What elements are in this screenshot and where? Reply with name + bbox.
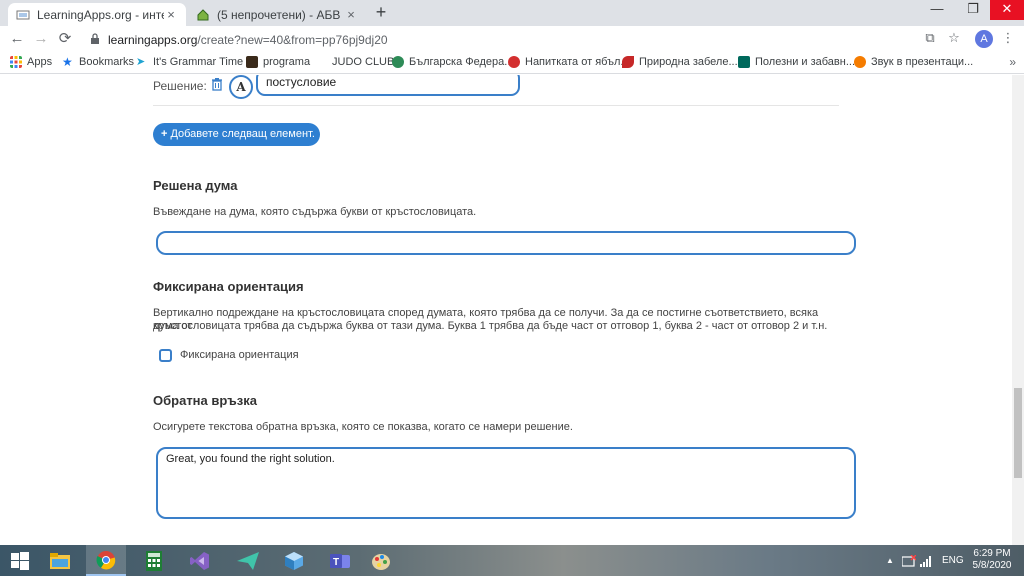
bookmark-sound-presentation[interactable]: Звук в презентаци... <box>854 56 973 68</box>
bookmark-label: Bookmarks <box>79 56 135 68</box>
star-icon: ★ <box>62 55 73 69</box>
bookmark-star-icon[interactable]: ☆ <box>946 30 962 46</box>
back-arrow-icon[interactable]: ← <box>8 30 26 48</box>
fixed-orientation-checkbox-label: Фиксирана ориентация <box>180 349 299 361</box>
clock-time: 6:29 PM <box>973 548 1011 559</box>
new-tab-button[interactable]: + <box>372 3 390 22</box>
bookmark-apple-drink[interactable]: Напитката от ябъл... <box>508 56 630 68</box>
apple-icon <box>508 56 520 68</box>
address-bar[interactable]: learningapps.org/create?new=40&from=pp76… <box>78 28 1008 50</box>
u-logo-icon <box>854 56 866 68</box>
paper-plane-icon: ➤ <box>136 56 146 68</box>
divider <box>153 105 839 106</box>
bookmark-label: Apps <box>27 56 53 68</box>
solved-word-heading: Решена дума <box>153 178 238 193</box>
j-logo-icon <box>738 56 750 68</box>
add-button-label: Добавете следващ елемент. <box>170 128 315 140</box>
font-style-button[interactable]: A <box>229 75 253 99</box>
learningapps-favicon-icon <box>16 10 30 19</box>
bookmark-label: programa <box>263 56 311 68</box>
fixed-orientation-heading: Фиксирана ориентация <box>153 279 304 294</box>
tab-learningapps[interactable]: LearningApps.org - интерактив × <box>8 3 186 26</box>
bookmark-bg-federation[interactable]: Българска Федера... <box>392 56 513 68</box>
apps-grid-icon <box>10 56 22 68</box>
solution-input[interactable]: постусловие <box>256 75 520 96</box>
trash-icon[interactable] <box>210 77 224 91</box>
file-explorer-icon[interactable] <box>40 545 80 576</box>
url-host: learningapps.org <box>108 33 198 47</box>
chrome-icon[interactable] <box>86 545 126 576</box>
fixed-orientation-checkbox[interactable] <box>159 349 172 362</box>
lock-icon <box>91 33 99 44</box>
fixed-orientation-description-line2: кръстословицата трябва да съдържа буква … <box>153 320 828 332</box>
close-window-button[interactable]: ✕ <box>990 0 1024 20</box>
bookmark-label: JUDO CLUB <box>332 56 395 68</box>
calculator-icon[interactable] <box>134 545 174 576</box>
teams-icon[interactable]: T <box>320 545 360 576</box>
solution-label: Решение: <box>153 79 207 93</box>
teams-arrow-icon[interactable] <box>228 545 268 576</box>
bookmark-label: Напитката от ябъл... <box>525 56 630 68</box>
bookmark-label: Звук в презентаци... <box>871 56 974 68</box>
signal-icon[interactable] <box>920 555 932 567</box>
clock-date: 5/8/2020 <box>972 560 1012 571</box>
visual-studio-icon[interactable] <box>180 545 220 576</box>
tab-title: LearningApps.org - интерактив <box>37 7 164 22</box>
bookmark-label: Природна забеле... <box>639 56 738 68</box>
tab-close-icon[interactable]: × <box>344 7 358 22</box>
tray-overflow-icon[interactable]: ▲ <box>886 545 894 576</box>
reload-icon[interactable]: ⟳ <box>56 30 74 48</box>
abv-favicon-icon <box>197 8 209 20</box>
tab-close-icon[interactable]: × <box>164 7 178 22</box>
feedback-description: Осигурете текстова обратна връзка, която… <box>153 421 573 433</box>
system-clock[interactable]: 6:29 PM 5/8/2020 <box>972 548 1012 572</box>
bookmark-judo-club[interactable]: JUDO CLUB <box>315 56 394 68</box>
forward-arrow-icon[interactable]: → <box>32 30 50 48</box>
feedback-textarea[interactable]: Great, you found the right solution. <box>156 447 856 519</box>
crest-icon <box>392 56 404 68</box>
bookmark-label: It's Grammar Time 1 <box>153 56 253 68</box>
network-icon[interactable] <box>902 555 916 567</box>
3d-box-icon[interactable] <box>274 545 314 576</box>
bookmark-useful-fun[interactable]: Полезни и забавн... <box>738 56 855 68</box>
url-text: learningapps.org/create?new=40&from=pp76… <box>108 33 388 47</box>
tab-strip: LearningApps.org - интерактив × (5 непро… <box>0 0 1024 26</box>
tab-abv-mail[interactable]: (5 непрочетени) - АБВ поща × <box>188 3 366 26</box>
page-content: Решение: A постусловие + Добавете следващ… <box>0 75 1012 545</box>
url-path: /create?new=40&from=pp76pj9dj20 <box>197 33 388 47</box>
blank-icon <box>315 56 327 68</box>
tv-icon <box>246 56 258 68</box>
page-scrollbar[interactable] <box>1012 75 1024 545</box>
solved-word-description: Въвеждане на дума, която съдържа букви о… <box>153 206 477 218</box>
bookmark-grammar-time[interactable]: ➤ It's Grammar Time 1 <box>136 56 252 68</box>
bookmark-programa[interactable]: programa <box>246 56 310 68</box>
leaf-icon <box>622 56 634 68</box>
bookmark-nature-notes[interactable]: Природна забеле... <box>622 56 738 68</box>
menu-kebab-icon[interactable]: ⋮ <box>1000 30 1016 46</box>
translate-icon[interactable]: ⧉ <box>922 30 938 46</box>
svg-text:T: T <box>333 557 339 568</box>
bookmark-apps[interactable]: Apps <box>10 56 52 68</box>
tab-title: (5 непрочетени) - АБВ поща <box>217 7 344 22</box>
add-next-element-button[interactable]: + Добавете следващ елемент. <box>153 123 320 146</box>
bookmarks-overflow-icon[interactable]: » <box>1009 55 1016 69</box>
language-indicator[interactable]: ENG <box>942 545 964 576</box>
minimize-button[interactable]: — <box>920 0 954 20</box>
bookmark-bookmarks[interactable]: ★ Bookmarks <box>62 56 134 68</box>
bookmark-label: Българска Федера... <box>409 56 514 68</box>
feedback-heading: Обратна връзка <box>153 393 257 408</box>
windows-start-icon[interactable] <box>0 545 40 576</box>
bookmark-label: Полезни и забавн... <box>755 56 856 68</box>
plus-icon: + <box>161 128 168 140</box>
restore-button[interactable]: ❐ <box>956 0 990 20</box>
windows-taskbar: T ▲ ENG 6:29 PM 5/8/2020 <box>0 545 1024 576</box>
bookmarks-bar: Apps ★ Bookmarks ➤ It's Grammar Time 1 p… <box>0 52 1024 74</box>
scrollbar-thumb[interactable] <box>1014 388 1022 478</box>
paint-icon[interactable] <box>362 545 402 576</box>
browser-toolbar: ← → ⟳ learningapps.org/create?new=40&fro… <box>0 26 1024 52</box>
profile-avatar[interactable]: A <box>975 30 993 48</box>
solved-word-input[interactable] <box>156 231 856 255</box>
